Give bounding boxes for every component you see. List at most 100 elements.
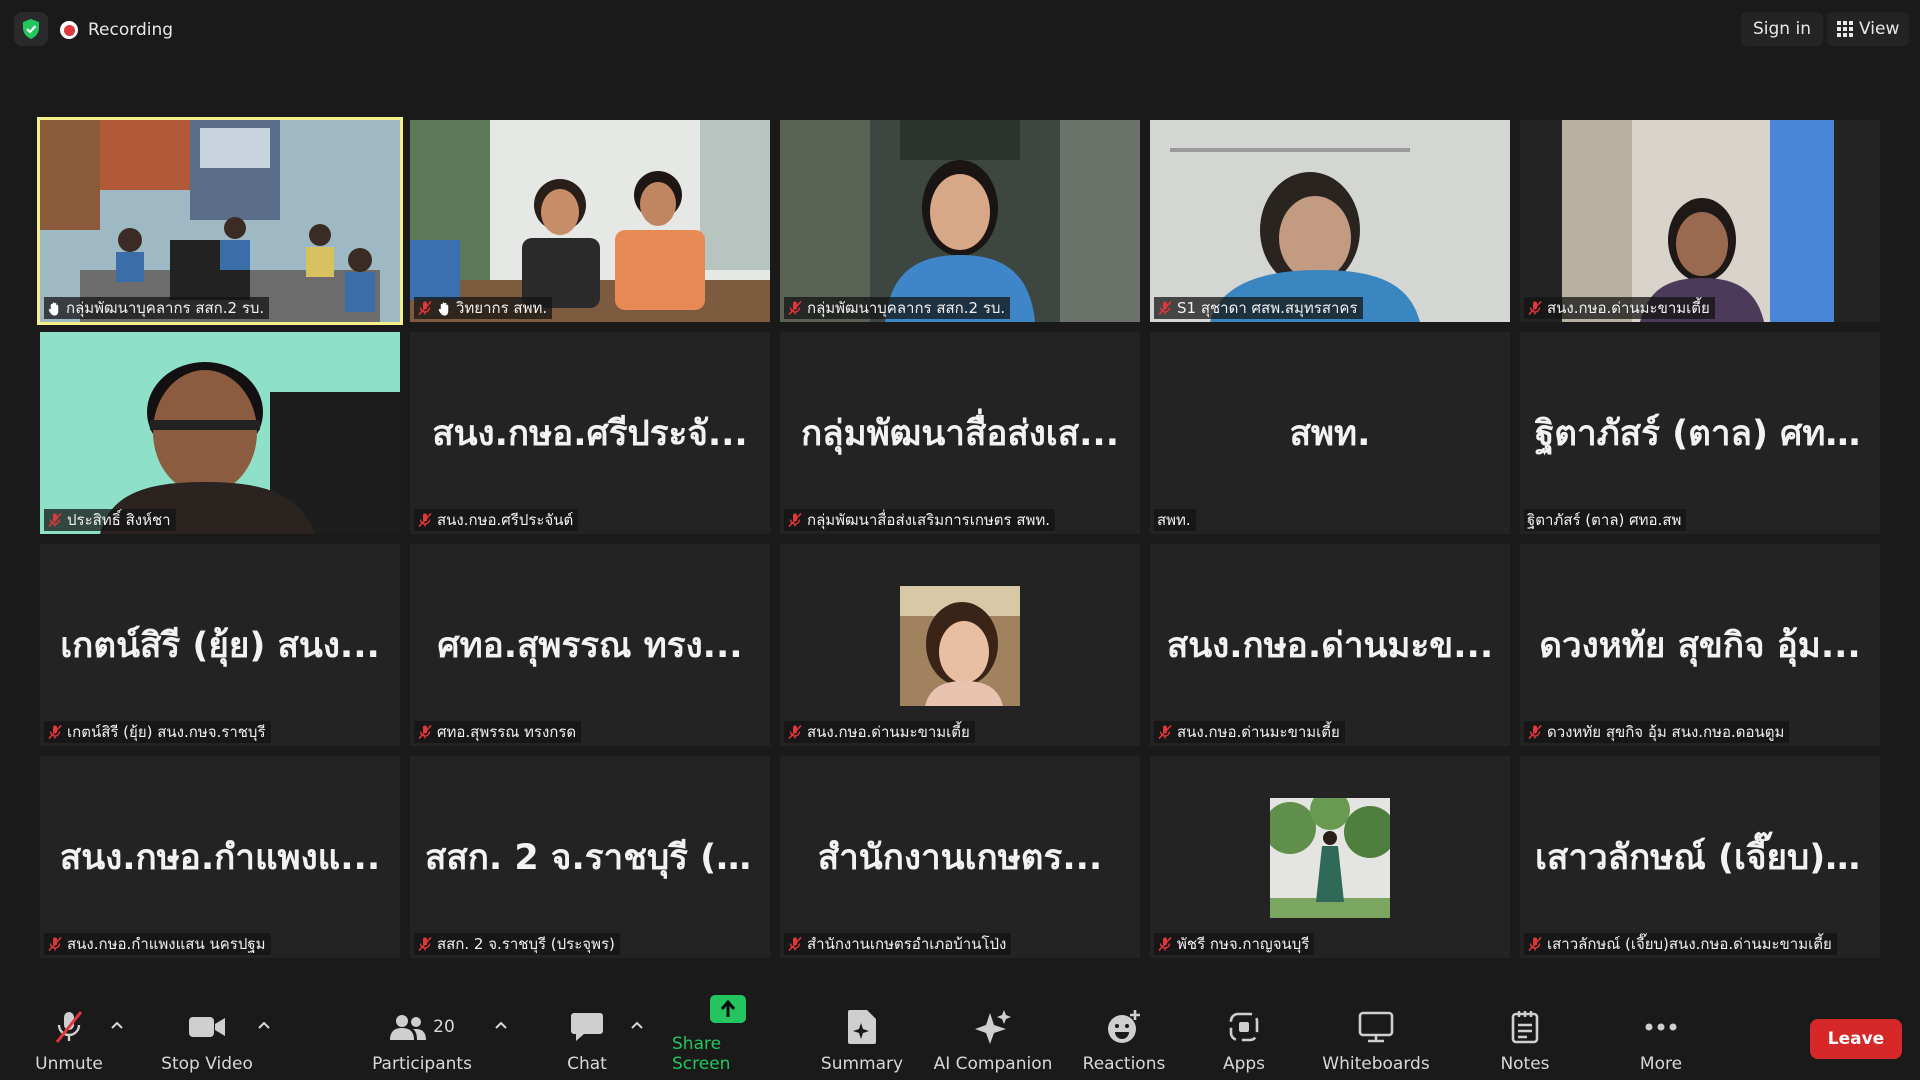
muted-mic-icon: [418, 300, 432, 316]
participant-tile[interactable]: สำนักงานเกษตร... สำนักงานเกษตรอำเภอบ้านโ…: [780, 756, 1140, 958]
video-feed: [40, 332, 400, 534]
participants-button[interactable]: 20 Participants: [368, 990, 476, 1080]
video-feed: [1520, 120, 1880, 322]
participant-name-label: ประสิทธิ์ สิงห์ชา: [44, 509, 176, 531]
participant-tile[interactable]: ศทอ.สุพรรณ ทรง... ศทอ.สุพรรณ ทรงกรด: [410, 544, 770, 746]
recording-indicator[interactable]: Recording: [60, 14, 173, 46]
view-button[interactable]: View: [1827, 12, 1910, 46]
participant-display-name: ดวงหทัย สุขกิจ อุ้ม...: [1539, 625, 1861, 666]
sparkle-icon: [974, 1006, 1012, 1048]
stop-video-button[interactable]: Stop Video: [156, 990, 258, 1080]
muted-mic-icon: [788, 724, 802, 740]
participants-icon: 20: [389, 1006, 455, 1048]
participants-count: 20: [433, 1017, 455, 1037]
participant-display-name: กลุ่มพัฒนาสื่อส่งเส...: [800, 413, 1120, 454]
muted-mic-icon: [1528, 300, 1542, 316]
notes-icon: [1511, 1006, 1539, 1048]
participant-tile[interactable]: ประสิทธิ์ สิงห์ชา: [40, 332, 400, 534]
ai-companion-button[interactable]: AI Companion: [932, 990, 1054, 1080]
participant-display-name: สพท.: [1289, 413, 1371, 454]
muted-mic-icon: [52, 1006, 86, 1048]
share-screen-icon: [710, 990, 746, 1028]
participant-name-label: สนง.กษอ.กำแพงแสน นครปฐม: [44, 933, 271, 955]
summary-document-icon: [847, 1006, 877, 1048]
muted-mic-icon: [1528, 936, 1542, 952]
muted-mic-icon: [48, 512, 62, 528]
participant-tile[interactable]: กลุ่มพัฒนาบุคลากร สสก.2 รบ.: [37, 117, 403, 325]
recording-label: Recording: [88, 20, 174, 40]
participant-tile[interactable]: สพท. สพท.: [1150, 332, 1510, 534]
chevron-up-icon[interactable]: [494, 1020, 508, 1030]
participant-display-name: เกตน์สิรี (ยุ้ย) สนง...: [60, 625, 380, 666]
profile-avatar: [900, 586, 1020, 706]
leave-button[interactable]: Leave: [1810, 1019, 1902, 1059]
participant-tile[interactable]: พัชรี กษจ.กาญจนบุรี: [1150, 756, 1510, 958]
participant-display-name: สนง.กษอ.ด่านมะข...: [1166, 625, 1494, 666]
muted-mic-icon: [418, 936, 432, 952]
video-feed: [780, 120, 1140, 322]
participant-tile[interactable]: ดวงหทัย สุขกิจ อุ้ม... ดวงหทัย สุขกิจ อุ…: [1520, 544, 1880, 746]
chat-button[interactable]: Chat: [560, 990, 614, 1080]
chevron-up-icon[interactable]: [257, 1020, 271, 1030]
participant-name-label: ศทอ.สุพรรณ ทรงกรด: [414, 721, 582, 743]
apps-button[interactable]: Apps: [1218, 990, 1270, 1080]
participant-tile[interactable]: สนง.กษอ.ด่านมะข... สนง.กษอ.ด่านมะขามเตี้…: [1150, 544, 1510, 746]
apps-icon: [1228, 1006, 1260, 1048]
chevron-up-icon[interactable]: [630, 1020, 644, 1030]
participant-display-name: สนง.กษอ.ศรีประจั...: [432, 413, 748, 454]
video-feed: [1150, 120, 1510, 322]
participant-name-label: วิทยากร สพท.: [414, 297, 553, 319]
participant-display-name: สนง.กษอ.กำแพงแ...: [59, 837, 381, 878]
chevron-up-icon[interactable]: [110, 1020, 124, 1030]
participant-name-label: เสาวลักษณ์ (เจี๊ยบ)สนง.กษอ.ด่านมะขามเตี้…: [1524, 933, 1837, 955]
participant-tile[interactable]: กลุ่มพัฒนาบุคลากร สสก.2 รบ.: [780, 120, 1140, 322]
recording-dot-icon: [60, 21, 78, 39]
view-label: View: [1859, 19, 1900, 39]
unmute-button[interactable]: Unmute: [28, 990, 110, 1080]
participant-tile[interactable]: สนง.กษอ.ด่านมะขามเตี้ย: [1520, 120, 1880, 322]
participant-name-label: สนง.กษอ.ศรีประจันต์: [414, 509, 579, 531]
whiteboards-button[interactable]: Whiteboards: [1320, 990, 1432, 1080]
muted-mic-icon: [48, 724, 62, 740]
participant-name-label: กลุ่มพัฒนาบุคลากร สสก.2 รบ.: [44, 297, 270, 319]
participant-display-name: ศทอ.สุพรรณ ทรง...: [437, 625, 743, 666]
more-button[interactable]: More: [1636, 990, 1686, 1080]
more-dots-icon: [1644, 1006, 1678, 1048]
participant-tile[interactable]: สนง.กษอ.ศรีประจั... สนง.กษอ.ศรีประจันต์: [410, 332, 770, 534]
muted-mic-icon: [1528, 724, 1542, 740]
participant-display-name: สสก. 2 จ.ราชบุรี (...: [425, 837, 755, 878]
participant-tile[interactable]: สสก. 2 จ.ราชบุรี (... สสก. 2 จ.ราชบุรี (…: [410, 756, 770, 958]
muted-mic-icon: [1158, 936, 1172, 952]
sign-in-button[interactable]: Sign in: [1741, 12, 1823, 46]
participant-name-label: S1 สุชาดา ศสพ.สมุทรสาคร: [1154, 297, 1363, 319]
participant-name-label: ฐิตาภัสร์ (ตาล) ศทอ.สพ: [1524, 509, 1687, 531]
security-shield-icon[interactable]: [14, 12, 48, 46]
participant-name-label: สำนักงานเกษตรอำเภอบ้านโป่ง: [784, 933, 1012, 955]
participant-tile[interactable]: เสาวลักษณ์ (เจี๊ยบ)... เสาวลักษณ์ (เจี๊ย…: [1520, 756, 1880, 958]
participant-tile[interactable]: วิทยากร สพท.: [410, 120, 770, 322]
participant-tile[interactable]: สนง.กษอ.ด่านมะขามเตี้ย: [780, 544, 1140, 746]
muted-mic-icon: [418, 724, 432, 740]
emoji-add-icon: [1106, 1006, 1142, 1048]
participant-name-label: สพท.: [1154, 509, 1196, 531]
participant-tile[interactable]: S1 สุชาดา ศสพ.สมุทรสาคร: [1150, 120, 1510, 322]
grid-icon: [1837, 21, 1853, 37]
summary-button[interactable]: Summary: [820, 990, 904, 1080]
participant-name-label: เกตน์สิรี (ยุ้ย) สนง.กษจ.ราชบุรี: [44, 721, 271, 743]
reactions-button[interactable]: Reactions: [1082, 990, 1166, 1080]
participant-tile[interactable]: เกตน์สิรี (ยุ้ย) สนง... เกตน์สิรี (ยุ้ย)…: [40, 544, 400, 746]
video-feed: [410, 120, 770, 322]
participant-name-label: ดวงหทัย สุขกิจ อุ้ม สนง.กษอ.ดอนตูม: [1524, 721, 1790, 743]
muted-mic-icon: [1158, 724, 1172, 740]
participant-tile[interactable]: สนง.กษอ.กำแพงแ... สนง.กษอ.กำแพงแสน นครปฐ…: [40, 756, 400, 958]
participant-tile[interactable]: กลุ่มพัฒนาสื่อส่งเส... กลุ่มพัฒนาสื่อส่ง…: [780, 332, 1140, 534]
participant-tile[interactable]: ฐิตาภัสร์ (ตาล) ศท... ฐิตาภัสร์ (ตาล) ศท…: [1520, 332, 1880, 534]
muted-mic-icon: [788, 936, 802, 952]
raised-hand-icon: [48, 301, 59, 316]
participant-name-label: กลุ่มพัฒนาสื่อส่งเสริมการเกษตร สพท.: [784, 509, 1056, 531]
participant-display-name: สำนักงานเกษตร...: [817, 837, 1103, 878]
notes-button[interactable]: Notes: [1498, 990, 1552, 1080]
share-screen-button[interactable]: Share Screen: [672, 990, 784, 1080]
muted-mic-icon: [788, 300, 802, 316]
muted-mic-icon: [48, 936, 62, 952]
